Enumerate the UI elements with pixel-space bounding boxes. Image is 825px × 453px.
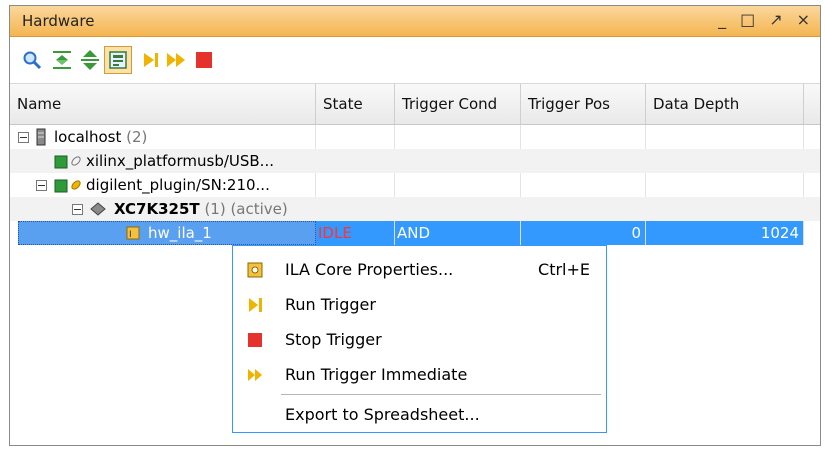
menu-label: Run Trigger Immediate bbox=[285, 365, 468, 384]
maximize-icon[interactable]: □ bbox=[740, 10, 755, 29]
run-trigger-immediate-icon bbox=[248, 369, 262, 381]
menu-shortcut: Ctrl+E bbox=[538, 260, 590, 279]
plugin-label: digilent_plugin/SN:210... bbox=[86, 176, 270, 194]
run-trigger-icon bbox=[249, 298, 262, 312]
context-menu: ILA Core Properties... Ctrl+E Run Trigge… bbox=[232, 245, 607, 433]
menu-label: Stop Trigger bbox=[285, 330, 382, 349]
expand-all-icon[interactable] bbox=[78, 48, 102, 72]
column-trigger-pos[interactable]: Trigger Pos bbox=[521, 84, 646, 124]
run-trigger-immediate-icon[interactable] bbox=[164, 48, 188, 72]
ila-core-icon: I bbox=[126, 226, 140, 240]
column-name[interactable]: Name bbox=[10, 84, 316, 124]
column-data-depth[interactable]: Data Depth bbox=[646, 84, 804, 124]
properties-icon bbox=[247, 262, 263, 278]
column-trigger-cond[interactable]: Trigger Cond bbox=[395, 84, 521, 124]
menu-separator bbox=[281, 394, 601, 395]
column-state[interactable]: State bbox=[316, 84, 395, 124]
menu-label: Run Trigger bbox=[285, 295, 376, 314]
host-count: (2) bbox=[126, 128, 148, 146]
menu-item-export-spreadsheet[interactable]: Export to Spreadsheet... bbox=[233, 398, 606, 432]
window-controls: _ □ ↗ × bbox=[718, 10, 810, 29]
tree-row-usb[interactable]: xilinx_platformusb/USB... bbox=[10, 149, 820, 173]
panel-title: Hardware bbox=[22, 12, 95, 30]
menu-item-ila-core-properties[interactable]: ILA Core Properties... Ctrl+E bbox=[233, 253, 606, 287]
panel-titlebar: Hardware _ □ ↗ × bbox=[10, 6, 820, 37]
float-icon[interactable]: ↗ bbox=[769, 10, 782, 29]
search-icon[interactable] bbox=[20, 48, 44, 72]
menu-item-run-trigger[interactable]: Run Trigger bbox=[233, 288, 606, 322]
minimize-icon[interactable]: _ bbox=[718, 10, 726, 29]
run-trigger-icon[interactable] bbox=[138, 48, 162, 72]
stop-trigger-icon bbox=[248, 333, 262, 347]
dashboard-icon[interactable] bbox=[104, 46, 132, 74]
ila-label: hw_ila_1 bbox=[148, 224, 212, 242]
device-suffix: (1) (active) bbox=[204, 200, 288, 218]
usb-label: xilinx_platformusb/USB... bbox=[86, 152, 274, 170]
menu-label: Export to Spreadsheet... bbox=[285, 405, 480, 424]
ila-data-depth: 1024 bbox=[760, 224, 799, 242]
menu-item-stop-trigger[interactable]: Stop Trigger bbox=[233, 323, 606, 357]
fpga-device-icon bbox=[90, 202, 106, 216]
link-icon bbox=[71, 156, 81, 166]
device-label: XC7K325T bbox=[114, 200, 200, 218]
toolbar bbox=[10, 37, 820, 84]
target-board-icon bbox=[54, 179, 68, 193]
tree-row-ila[interactable]: I hw_ila_1 IDLE AND 0 1024 bbox=[10, 221, 820, 245]
collapse-toggle-icon[interactable] bbox=[18, 132, 29, 143]
close-icon[interactable]: × bbox=[797, 10, 810, 29]
stop-trigger-icon[interactable] bbox=[192, 48, 216, 72]
ila-trigger-cond: AND bbox=[397, 224, 431, 242]
ila-trigger-pos: 0 bbox=[631, 224, 641, 242]
link-icon bbox=[71, 180, 81, 190]
menu-item-run-trigger-immediate[interactable]: Run Trigger Immediate bbox=[233, 358, 606, 392]
svg-text:I: I bbox=[129, 230, 132, 240]
server-icon bbox=[36, 128, 46, 146]
menu-label: ILA Core Properties... bbox=[285, 260, 454, 279]
host-label: localhost bbox=[54, 128, 122, 146]
collapse-toggle-icon[interactable] bbox=[72, 204, 83, 215]
tree-row-plugin[interactable]: digilent_plugin/SN:210... bbox=[10, 173, 820, 197]
target-board-icon bbox=[54, 155, 68, 169]
ila-state: IDLE bbox=[318, 224, 352, 242]
collapse-all-icon[interactable] bbox=[50, 48, 74, 72]
collapse-toggle-icon[interactable] bbox=[36, 180, 47, 191]
table-header: Name State Trigger Cond Trigger Pos Data… bbox=[10, 84, 820, 125]
tree-row-localhost[interactable]: localhost (2) bbox=[10, 125, 820, 149]
tree-row-device[interactable]: XC7K325T (1) (active) bbox=[10, 197, 820, 221]
